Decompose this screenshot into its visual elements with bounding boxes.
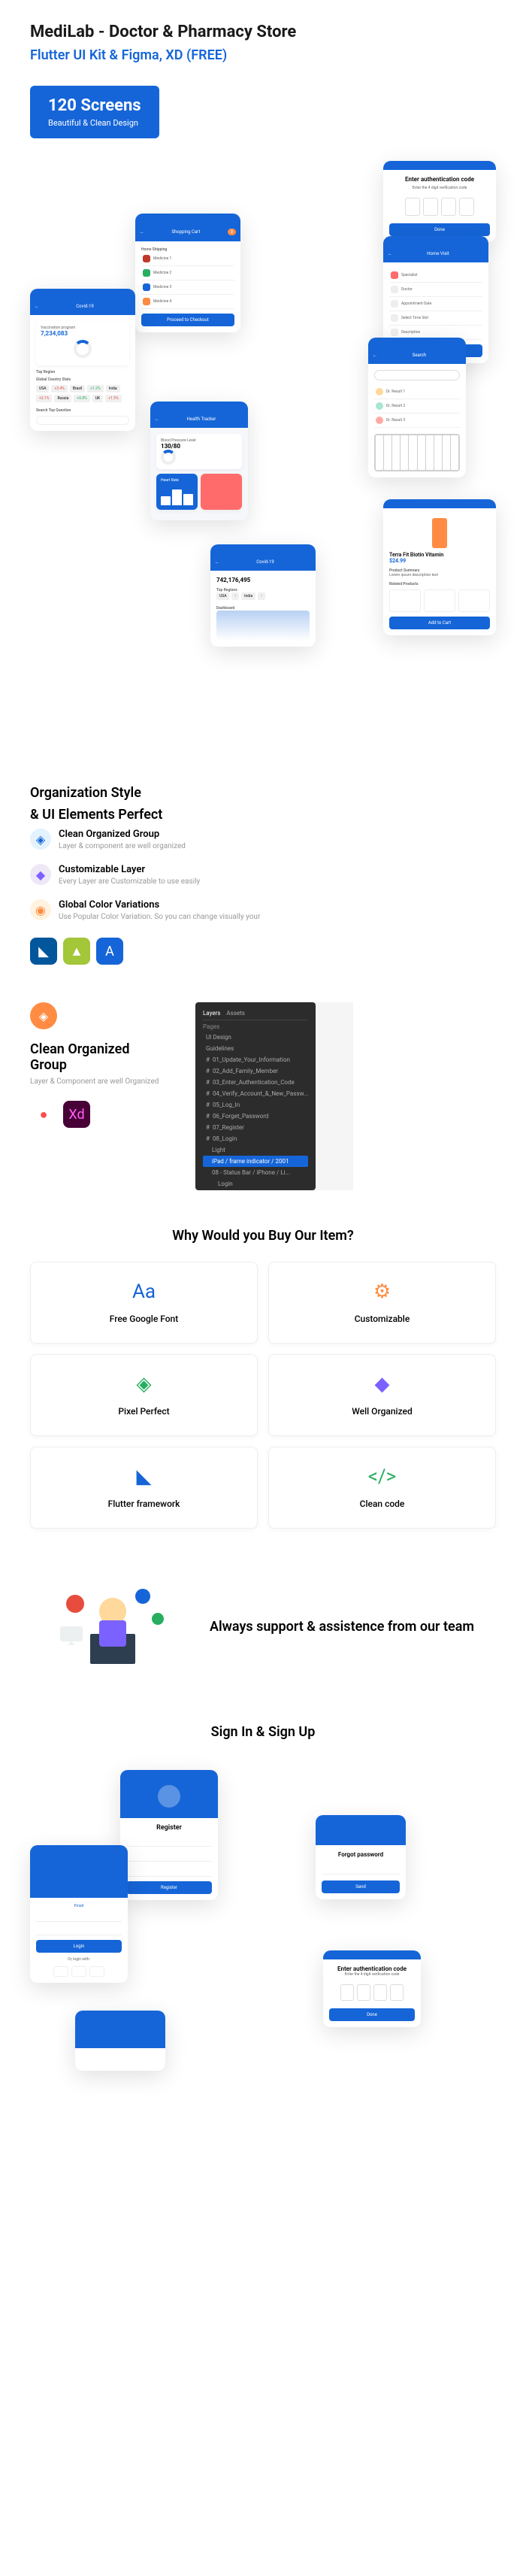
feature-colors: ◉ Global Color Variations Use Popular Co…: [30, 899, 496, 923]
why-card-font: AaFree Google Font: [30, 1262, 258, 1344]
phone-forgot: Forgot password Send: [316, 1815, 406, 1899]
org-heading-2: & UI Elements Perfect: [30, 807, 496, 823]
why-title: Why Would you Buy Our Item?: [30, 1228, 496, 1244]
why-section: Why Would you Buy Our Item? AaFree Googl…: [30, 1228, 496, 1529]
pixel-icon: ◈: [40, 1373, 248, 1396]
support-section: Always support & assistence from our tea…: [30, 1574, 496, 1679]
layers-icon: ◈: [30, 829, 51, 850]
figma-section: ◈ Clean Organized Group Layer & Componen…: [30, 1002, 496, 1190]
product-subtitle: Flutter UI Kit & Figma, XD (FREE): [30, 47, 496, 63]
clean-group-title: Clean Organized Group: [30, 1041, 165, 1073]
signin-section: Sign In & Sign Up Register Register Emai…: [30, 1724, 496, 2131]
feature-customizable: ◆ Customizable Layer Every Layer are Cus…: [30, 864, 496, 887]
why-card-code: </>Clean code: [268, 1447, 496, 1529]
badge-count: 120 Screens: [48, 96, 141, 115]
phone-dashboard: ←Covid-19 742,176,495 Top Regions USA•In…: [210, 544, 316, 647]
stack-icon: ◆: [30, 864, 51, 885]
gear-icon: ⚙: [278, 1280, 486, 1303]
stack-icon: ◆: [278, 1373, 486, 1396]
phone-product: Terra Fit Biotin Vitamin $24.99 Product …: [383, 499, 496, 635]
font-icon: Aa: [40, 1280, 248, 1303]
group-icon: ◈: [30, 1002, 57, 1029]
why-card-organized: ◆Well Organized: [268, 1354, 496, 1436]
figma-canvas: [316, 1002, 353, 1190]
phones-showcase: Enter authentication code Enter the 4 di…: [30, 161, 496, 762]
feature-clean-group: ◈ Clean Organized Group Layer & componen…: [30, 829, 496, 852]
phone-extra: [75, 2011, 165, 2071]
support-text: Always support & assistence from our tea…: [203, 1619, 481, 1635]
phone-auth-code: Enter authentication code Enter the 4 di…: [323, 1950, 421, 2027]
support-illustration: [45, 1574, 180, 1679]
flutter-icon: ◣: [40, 1465, 248, 1488]
phone-register: Register Register: [120, 1770, 218, 1900]
product-title: MediLab - Doctor & Pharmacy Store: [30, 23, 496, 41]
why-card-customizable: ⚙Customizable: [268, 1262, 496, 1344]
phone-cart: ←Shopping Cart3 Home Shipping Medicine 1…: [135, 214, 240, 332]
phone-login: Email Login Or, login with:: [30, 1845, 128, 1983]
flutter-icon: ◣: [30, 938, 57, 965]
organization-section: Organization Style & UI Elements Perfect…: [30, 785, 496, 965]
why-card-pixel: ◈Pixel Perfect: [30, 1354, 258, 1436]
badge-tagline: Beautiful & Clean Design: [48, 118, 141, 128]
phone-auth: Enter authentication code Enter the 4 di…: [383, 161, 496, 242]
figma-icon: ●: [30, 1101, 57, 1128]
xd-icon: Xd: [63, 1101, 90, 1128]
why-card-flutter: ◣Flutter framework: [30, 1447, 258, 1529]
phone-tracker: ←Health Tracker Blood Pressure Level 130…: [150, 402, 248, 520]
android-icon: ▲: [63, 938, 90, 965]
org-heading-1: Organization Style: [30, 785, 496, 801]
screens-badge: 120 Screens Beautiful & Clean Design: [30, 86, 159, 138]
figma-layers-panel: Layers Assets Pages UI Design Guidelines…: [195, 1002, 316, 1190]
code-icon: </>: [278, 1465, 486, 1488]
palette-icon: ◉: [30, 899, 51, 920]
platform-icons: ◣ ▲ A: [30, 938, 496, 965]
phone-search: ←Search Dr. Result 1 Dr. Result 2 Dr. Re…: [368, 338, 466, 477]
phone-covid: ←Covid-19 Vaccination program 7,234,083 …: [30, 289, 135, 431]
auth-done-button: Done: [389, 223, 490, 236]
signin-title: Sign In & Sign Up: [30, 1724, 496, 1740]
appstore-icon: A: [96, 938, 123, 965]
auth-title: Enter authentication code: [389, 176, 490, 183]
